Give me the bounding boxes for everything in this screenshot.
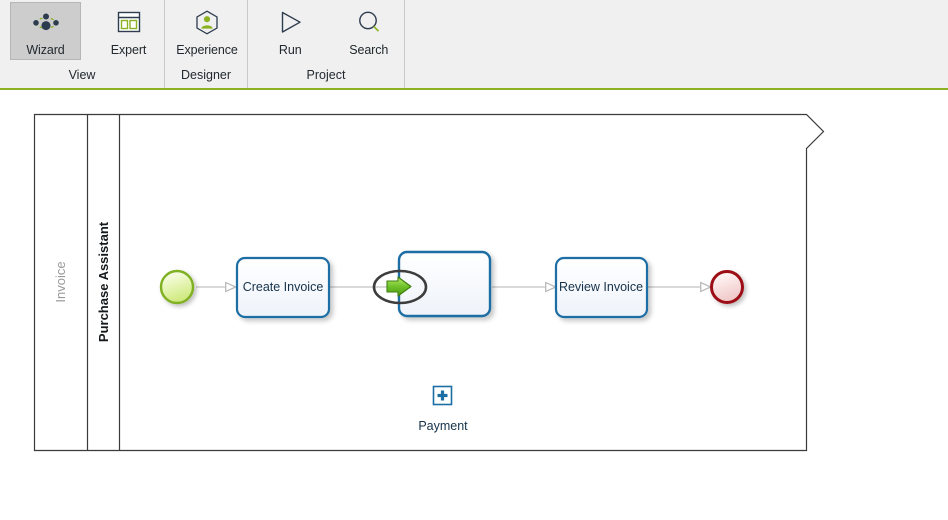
ribbon-group-designer-label: Designer bbox=[180, 68, 232, 82]
run-button[interactable]: Run bbox=[255, 2, 326, 60]
search-button-label: Search bbox=[349, 43, 389, 57]
task-create-invoice-label: Create Invoice bbox=[243, 280, 324, 294]
ribbon-group-view: Wizard Expert View bbox=[0, 0, 165, 88]
task-review-invoice-label: Review Invoice bbox=[559, 280, 643, 294]
task-review-invoice[interactable]: Review Invoice bbox=[554, 256, 649, 319]
end-event[interactable] bbox=[710, 270, 744, 304]
ribbon-group-designer-items: Experience bbox=[165, 0, 247, 62]
task-create-invoice[interactable]: Create Invoice bbox=[235, 256, 331, 319]
subprocess-plus-marker[interactable] bbox=[432, 385, 453, 406]
expert-button[interactable]: Expert bbox=[93, 2, 164, 60]
task-payment-label: Payment bbox=[418, 419, 468, 433]
ribbon-group-project: Run Search Project bbox=[248, 0, 405, 88]
lane-label: Purchase Assistant bbox=[96, 221, 111, 342]
experience-person-hexagon-icon bbox=[190, 8, 224, 40]
ribbon-group-project-items: Run Search bbox=[248, 0, 404, 62]
ribbon-toolbar: Wizard Expert View Experience Designer R… bbox=[0, 0, 948, 90]
run-button-label: Run bbox=[278, 43, 302, 57]
expert-window-icon bbox=[112, 8, 146, 40]
ribbon-group-view-items: Wizard Expert bbox=[0, 0, 164, 62]
ribbon-group-designer: Experience Designer bbox=[165, 0, 248, 88]
wizard-button-label: Wizard bbox=[26, 43, 65, 57]
bpmn-diagram[interactable]: Invoice Purchase Assistant Create Invoic… bbox=[0, 90, 948, 520]
diagram-canvas[interactable]: Invoice Purchase Assistant Create Invoic… bbox=[0, 90, 948, 520]
pool-label: Invoice bbox=[53, 261, 68, 302]
run-play-triangle-icon bbox=[273, 8, 307, 40]
wizard-icon bbox=[29, 8, 63, 40]
experience-button-label: Experience bbox=[176, 43, 238, 57]
ribbon-groups: Wizard Expert View Experience Designer R… bbox=[0, 0, 405, 88]
ribbon-group-project-label: Project bbox=[306, 68, 346, 82]
start-event[interactable] bbox=[159, 269, 195, 305]
search-button[interactable]: Search bbox=[334, 2, 405, 60]
search-magnifier-icon bbox=[352, 8, 386, 40]
wizard-button[interactable]: Wizard bbox=[10, 2, 81, 60]
ribbon-group-view-label: View bbox=[68, 68, 96, 82]
expert-button-label: Expert bbox=[110, 43, 147, 57]
experience-button[interactable]: Experience bbox=[169, 2, 245, 60]
